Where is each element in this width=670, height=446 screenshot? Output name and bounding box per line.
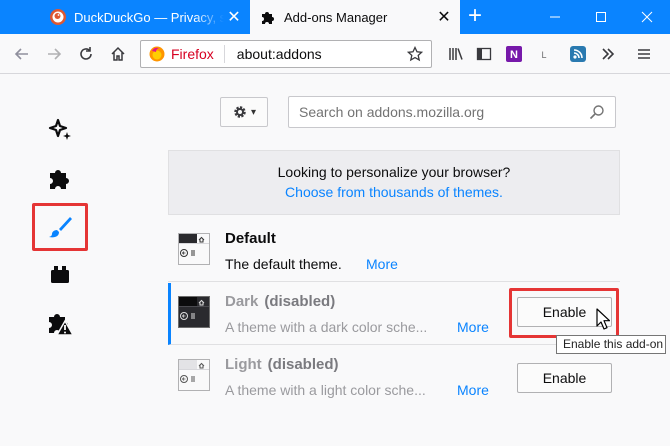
close-tab-icon[interactable]: ✕ <box>434 7 454 27</box>
close-tab-icon[interactable]: ✕ <box>224 7 244 27</box>
puzzle-icon <box>50 170 69 189</box>
back-button[interactable] <box>8 40 36 68</box>
theme-promo-banner: Looking to personalize your browser? Cho… <box>168 150 620 215</box>
mouse-cursor-icon <box>596 308 610 330</box>
feed-button[interactable] <box>564 40 592 68</box>
theme-item-default[interactable]: Default The default theme. More <box>168 220 620 282</box>
hamburger-menu-icon <box>638 49 650 59</box>
sidebar-icon <box>476 47 492 61</box>
tools-menu-button[interactable]: ▾ <box>220 97 268 127</box>
enable-light-theme-button[interactable]: Enable <box>517 363 612 393</box>
navigation-toolbar: Firefox about:addons N L <box>0 34 670 74</box>
dropdown-arrow-icon: ▾ <box>250 106 257 118</box>
theme-more-link[interactable]: More <box>366 256 398 272</box>
lastpass-icon: L <box>541 50 546 60</box>
theme-description: A theme with a dark color sche... <box>225 319 428 335</box>
identity-label: Firefox <box>171 45 225 63</box>
tab-addons-manager[interactable]: Add-ons Manager ✕ <box>250 0 460 34</box>
theme-status: (disabled) <box>267 356 339 373</box>
onenote-icon: N <box>506 46 522 62</box>
promo-text: Looking to personalize your browser? <box>277 164 511 180</box>
theme-more-link[interactable]: More <box>457 382 489 398</box>
theme-description: The default theme. <box>225 256 342 272</box>
close-window-button[interactable] <box>624 0 670 34</box>
tab-bar: DuckDuckGo — Privacy, simplified. ✕ Add-… <box>0 0 670 34</box>
addons-search-field[interactable]: Search on addons.mozilla.org <box>288 96 616 128</box>
firefox-logo-icon <box>149 46 165 62</box>
puzzle-icon <box>262 12 274 24</box>
tab-title: DuckDuckGo — Privacy, simplified. <box>74 9 224 25</box>
reload-icon <box>80 47 92 60</box>
category-plugins[interactable] <box>38 255 82 295</box>
category-legacy-extensions[interactable] <box>38 303 82 343</box>
category-extensions[interactable] <box>38 158 82 198</box>
tab-title: Add-ons Manager <box>284 9 388 25</box>
library-button[interactable] <box>442 40 470 68</box>
enable-tooltip: Enable this add-on <box>556 335 666 354</box>
maximize-icon <box>596 12 606 22</box>
menu-button[interactable] <box>630 40 658 68</box>
url-text[interactable]: about:addons <box>237 46 407 62</box>
maximize-button[interactable] <box>578 0 624 34</box>
light-theme-thumbnail <box>178 359 210 391</box>
home-button[interactable] <box>104 40 132 68</box>
gear-icon <box>234 106 246 118</box>
forward-arrow-icon <box>48 48 62 60</box>
default-theme-thumbnail <box>178 233 210 265</box>
search-placeholder: Search on addons.mozilla.org <box>299 104 485 120</box>
theme-name: Dark (disabled) <box>225 293 336 310</box>
library-icon <box>449 48 463 60</box>
sidebar-button[interactable] <box>470 40 498 68</box>
category-discover[interactable] <box>38 110 82 150</box>
theme-status: (disabled) <box>264 293 336 310</box>
feed-icon <box>570 46 586 62</box>
theme-more-link[interactable]: More <box>457 319 489 335</box>
new-tab-button[interactable]: + <box>462 4 488 30</box>
addons-manager-page: ▾ Search on addons.mozilla.org Looking t… <box>0 75 670 446</box>
promo-themes-link[interactable]: Choose from thousands of themes. <box>169 184 619 200</box>
sparkle-icon <box>48 118 71 140</box>
tab-duckduckgo[interactable]: DuckDuckGo — Privacy, simplified. ✕ <box>40 0 250 34</box>
back-arrow-icon <box>14 48 28 60</box>
reload-button[interactable] <box>72 40 100 68</box>
bookmark-star-icon[interactable] <box>407 46 423 62</box>
svg-text:L: L <box>541 50 546 60</box>
themes-highlight-annotation <box>32 203 88 251</box>
url-bar[interactable]: Firefox about:addons <box>140 40 432 68</box>
close-icon <box>641 11 653 23</box>
forward-button[interactable] <box>40 40 68 68</box>
theme-description: A theme with a light color sche... <box>225 382 426 398</box>
puzzle-warning-icon <box>49 314 74 336</box>
theme-name: Default <box>225 230 276 247</box>
theme-item-light[interactable]: Light (disabled) A theme with a light col… <box>168 346 620 408</box>
svg-text:N: N <box>510 49 518 61</box>
minimize-icon <box>550 16 560 18</box>
dark-theme-thumbnail <box>178 296 210 328</box>
lastpass-button[interactable]: L <box>530 40 558 68</box>
minimize-button[interactable] <box>532 0 578 34</box>
plugin-icon <box>51 266 69 283</box>
search-icon <box>589 105 604 120</box>
theme-name: Light (disabled) <box>225 356 339 373</box>
duckduckgo-icon <box>50 9 66 25</box>
overflow-menu-button[interactable] <box>594 40 622 68</box>
home-icon <box>111 46 125 61</box>
chevron-double-right-icon <box>602 48 615 60</box>
onenote-button[interactable]: N <box>500 40 528 68</box>
